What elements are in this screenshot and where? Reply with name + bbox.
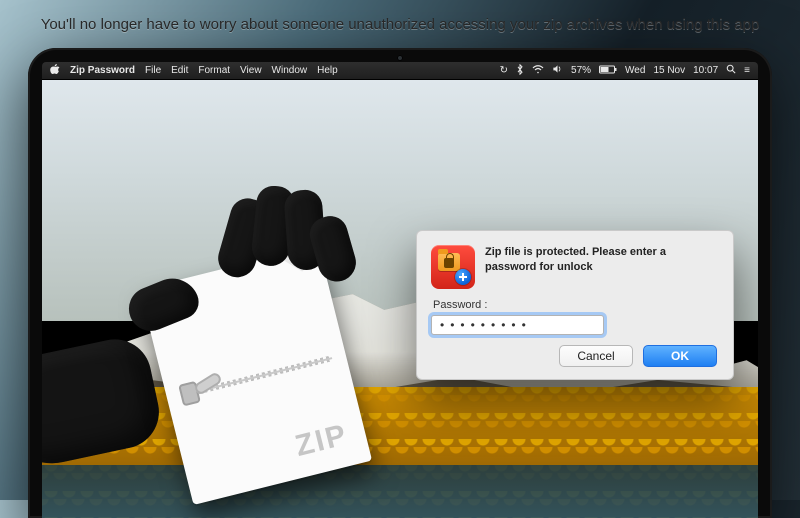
- clock-day: Wed: [625, 65, 645, 76]
- menu-format[interactable]: Format: [198, 65, 230, 76]
- wifi-icon[interactable]: [532, 65, 544, 77]
- battery-percent: 57%: [571, 65, 591, 76]
- zip-document-label: ZIP: [292, 418, 351, 464]
- desktop-wallpaper: ZIP Zip file is protected. Please enter …: [42, 80, 758, 518]
- battery-icon[interactable]: [599, 65, 617, 77]
- menubar: Zip Password File Edit Format View Windo…: [42, 62, 758, 80]
- laptop-frame: Zip Password File Edit Format View Windo…: [28, 48, 772, 518]
- sync-icon[interactable]: ↻: [500, 66, 508, 76]
- menu-edit[interactable]: Edit: [171, 65, 188, 76]
- clock-time: 10:07: [693, 65, 718, 76]
- screen: Zip Password File Edit Format View Windo…: [42, 62, 758, 518]
- ok-button[interactable]: OK: [643, 345, 717, 367]
- volume-icon[interactable]: [552, 64, 563, 77]
- bluetooth-icon[interactable]: [516, 64, 524, 78]
- clock-date: 15 Nov: [653, 65, 685, 76]
- menu-window[interactable]: Window: [272, 65, 308, 76]
- menu-extra-icon[interactable]: ≡: [744, 66, 750, 76]
- password-label: Password :: [433, 299, 487, 311]
- app-icon-badge: [455, 269, 471, 285]
- cancel-button[interactable]: Cancel: [559, 345, 633, 367]
- menubar-app-name[interactable]: Zip Password: [70, 65, 135, 76]
- dialog-title: Zip file is protected. Please enter a pa…: [485, 245, 717, 289]
- password-dialog: Zip file is protected. Please enter a pa…: [416, 230, 734, 380]
- spotlight-icon[interactable]: [726, 64, 736, 77]
- app-icon: [431, 245, 475, 289]
- gloved-hand-illustration: ZIP: [42, 178, 396, 468]
- menu-help[interactable]: Help: [317, 65, 338, 76]
- promo-caption: You'll no longer have to worry about som…: [0, 0, 800, 33]
- menu-view[interactable]: View: [240, 65, 262, 76]
- camera-dot: [397, 55, 403, 61]
- menu-file[interactable]: File: [145, 65, 161, 76]
- password-input[interactable]: [431, 315, 604, 335]
- apple-logo-icon[interactable]: [50, 63, 60, 78]
